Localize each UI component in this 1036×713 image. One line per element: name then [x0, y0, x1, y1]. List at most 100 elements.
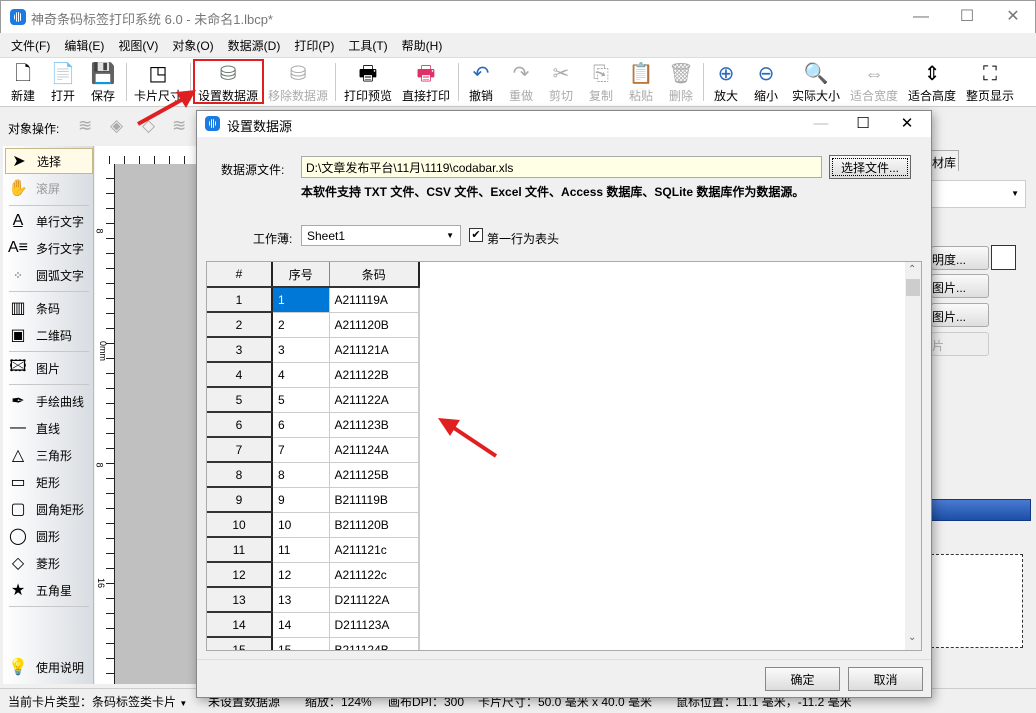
seq-cell[interactable]: 5 [272, 387, 330, 413]
menu-datasource[interactable]: 数据源(D) [221, 33, 288, 57]
row-number-cell[interactable]: 5 [207, 387, 273, 413]
save-button[interactable]: 💾 保存 [88, 61, 118, 107]
property-dropdown[interactable]: ▼ [931, 180, 1026, 208]
full-page-button[interactable]: ⛶ 整页显示 [964, 61, 1016, 107]
row-number-cell[interactable]: 1 [207, 287, 273, 313]
table-row[interactable]: 3 3 A211121A [207, 337, 420, 363]
row-number-cell[interactable]: 4 [207, 362, 273, 388]
table-row[interactable]: 8 8 A211125B [207, 462, 420, 488]
row-number-cell[interactable]: 12 [207, 562, 273, 588]
remove-datasource-button[interactable]: ⛁ 移除数据源 [266, 61, 330, 107]
barcode-cell[interactable]: A211122B [329, 362, 420, 388]
choose-file-button[interactable]: 选择文件... [829, 155, 911, 179]
seq-cell[interactable]: 10 [272, 512, 330, 538]
seq-cell[interactable]: 9 [272, 487, 330, 513]
undo-button[interactable]: ↶ 撤销 [465, 61, 497, 107]
scroll-up-icon[interactable]: ⌃ [908, 264, 916, 275]
dialog-close-button[interactable]: ✕ [887, 111, 927, 137]
send-backward-icon[interactable]: ◇ [142, 116, 162, 136]
table-row[interactable]: 1 1 A211119A [207, 287, 420, 313]
barcode-cell[interactable]: A211120B [329, 312, 420, 338]
card-size-button[interactable]: ◳ 卡片尺寸 [133, 61, 183, 107]
seq-cell[interactable]: 7 [272, 437, 330, 463]
tool-select[interactable]: ➤ 选择 [5, 148, 93, 174]
seq-cell[interactable]: 11 [272, 537, 330, 563]
table-row[interactable]: 6 6 A211123B [207, 412, 420, 438]
tool-multi-line-text[interactable]: A≡ 多行文字 [5, 235, 93, 261]
tool-qrcode[interactable]: ▣ 二维码 [5, 322, 93, 348]
cut-button[interactable]: ✂ 剪切 [545, 61, 577, 107]
redo-button[interactable]: ↷ 重做 [505, 61, 537, 107]
dialog-maximize-button[interactable]: ☐ [843, 111, 883, 137]
table-row[interactable]: 12 12 A211122c [207, 562, 420, 588]
tool-barcode[interactable]: ▥ 条码 [5, 295, 93, 321]
tool-pan[interactable]: ✋ 滚屏 [5, 175, 93, 201]
tool-triangle[interactable]: △ 三角形 [5, 442, 93, 468]
tool-star[interactable]: ★ 五角星 [5, 577, 93, 603]
table-row[interactable]: 13 13 D211122A [207, 587, 420, 613]
vertical-scrollbar[interactable]: ⌃ ⌄ [905, 262, 921, 650]
worksheet-select[interactable]: Sheet1 ▼ [301, 225, 461, 246]
menu-file[interactable]: 文件(F) [4, 33, 57, 57]
table-row[interactable]: 14 14 D211123A [207, 612, 420, 638]
column-header-index[interactable]: # [207, 262, 273, 288]
design-canvas[interactable] [115, 164, 200, 684]
color-swatch[interactable] [991, 245, 1016, 270]
minimize-button[interactable]: — [898, 3, 944, 31]
tool-arc-text[interactable]: ⁘ 圆弧文字 [5, 262, 93, 288]
close-button[interactable]: ✕ [990, 3, 1036, 31]
print-preview-button[interactable]: 🖶 打印预览 [342, 61, 394, 107]
row-number-cell[interactable]: 13 [207, 587, 273, 613]
barcode-cell[interactable]: D211123A [329, 612, 420, 638]
maximize-button[interactable]: ☐ [944, 3, 990, 31]
menu-view[interactable]: 视图(V) [111, 33, 165, 57]
image-button[interactable]: 图片... [931, 274, 989, 298]
seq-cell[interactable]: 2 [272, 312, 330, 338]
seq-cell[interactable]: 13 [272, 587, 330, 613]
barcode-cell[interactable]: A211123B [329, 412, 420, 438]
barcode-cell[interactable]: A211121A [329, 337, 420, 363]
barcode-cell[interactable]: A211125B [329, 462, 420, 488]
column-header-seq[interactable]: 序号 [272, 262, 330, 288]
zoom-in-button[interactable]: ⊕ 放大 [710, 61, 742, 107]
seq-cell[interactable]: 15 [272, 637, 330, 650]
zoom-out-button[interactable]: ⊖ 缩小 [750, 61, 782, 107]
new-button[interactable]: 🗋 新建 [8, 61, 38, 107]
tool-circle[interactable]: ◯ 圆形 [5, 523, 93, 549]
barcode-cell[interactable]: B211120B [329, 512, 420, 538]
first-row-header-checkbox[interactable]: ✔ [469, 228, 483, 242]
row-number-cell[interactable]: 9 [207, 487, 273, 513]
seq-cell[interactable]: 1 [272, 287, 330, 313]
tool-diamond[interactable]: ◇ 菱形 [5, 550, 93, 576]
help-button[interactable]: 💡 使用说明 [5, 654, 93, 680]
row-number-cell[interactable]: 8 [207, 462, 273, 488]
delete-button[interactable]: 🗑 删除 [665, 61, 697, 107]
barcode-cell[interactable]: D211122A [329, 587, 420, 613]
table-row[interactable]: 15 15 B211124B [207, 637, 420, 650]
table-row[interactable]: 2 2 A211120B [207, 312, 420, 338]
barcode-cell[interactable]: B211119B [329, 487, 420, 513]
open-button[interactable]: 📄 打开 [48, 61, 78, 107]
fit-height-button[interactable]: ⇕ 适合高度 [906, 61, 958, 107]
row-number-cell[interactable]: 14 [207, 612, 273, 638]
menu-object[interactable]: 对象(O) [165, 33, 220, 57]
image-button[interactable]: 图片... [931, 303, 989, 327]
bring-to-front-icon[interactable]: ≋ [78, 116, 98, 136]
seq-cell[interactable]: 4 [272, 362, 330, 388]
row-number-cell[interactable]: 10 [207, 512, 273, 538]
row-number-cell[interactable]: 15 [207, 637, 273, 650]
barcode-cell[interactable]: A211122A [329, 387, 420, 413]
seq-cell[interactable]: 3 [272, 337, 330, 363]
copy-button[interactable]: ⎘ 复制 [585, 61, 617, 107]
scroll-down-icon[interactable]: ⌄ [908, 632, 916, 643]
table-row[interactable]: 10 10 B211120B [207, 512, 420, 538]
menu-help[interactable]: 帮助(H) [395, 33, 450, 57]
seq-cell[interactable]: 8 [272, 462, 330, 488]
clear-image-button[interactable]: 片 [931, 332, 989, 356]
table-row[interactable]: 5 5 A211122A [207, 387, 420, 413]
barcode-cell[interactable]: A211121c [329, 537, 420, 563]
barcode-cell[interactable]: B211124B [329, 637, 420, 650]
table-row[interactable]: 7 7 A211124A [207, 437, 420, 463]
transparency-button[interactable]: 明度... [931, 246, 989, 270]
tool-line[interactable]: — 直线 [5, 415, 93, 441]
